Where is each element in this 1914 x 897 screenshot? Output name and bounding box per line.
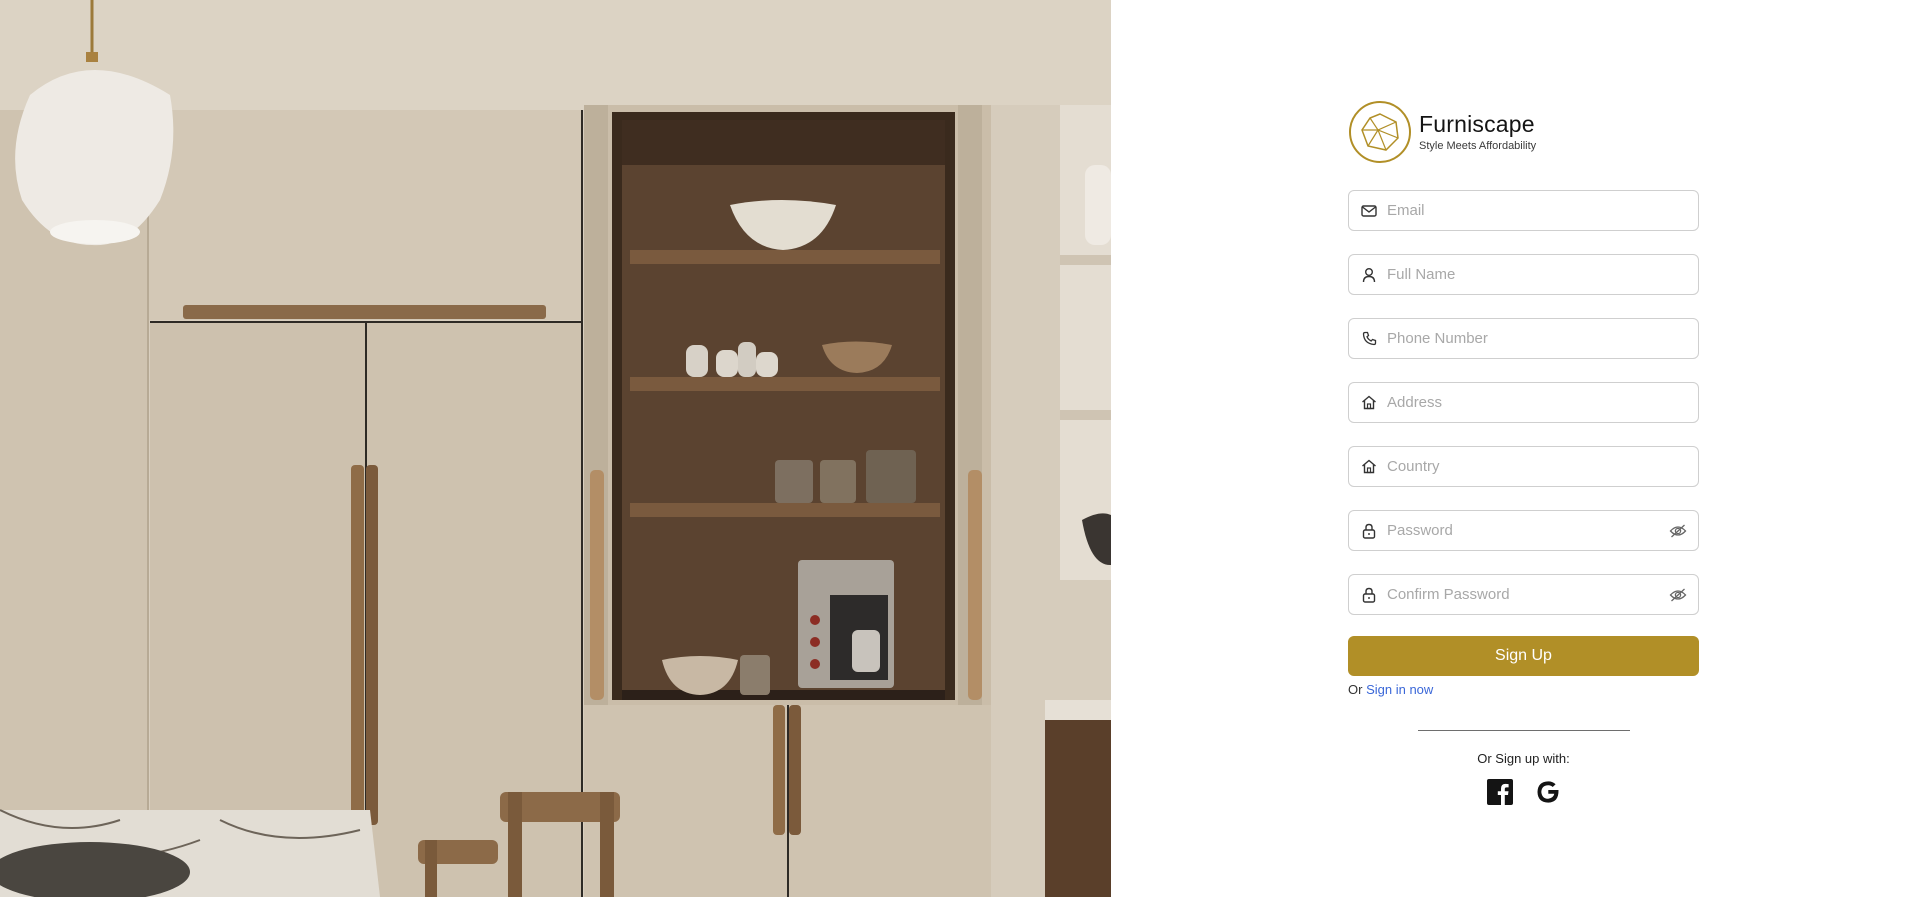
email-input[interactable] bbox=[1377, 191, 1698, 230]
geometric-gem-icon bbox=[1348, 100, 1412, 164]
phone-field bbox=[1348, 318, 1699, 359]
password-field bbox=[1348, 510, 1699, 551]
sign-in-prompt: Or Sign in now bbox=[1348, 682, 1699, 697]
address-field bbox=[1348, 382, 1699, 423]
hero-image bbox=[0, 0, 1111, 897]
lock-icon bbox=[1361, 587, 1377, 603]
brand-name: Furniscape bbox=[1419, 111, 1535, 137]
social-buttons bbox=[1348, 779, 1699, 805]
confirm-password-field bbox=[1348, 574, 1699, 615]
mail-icon bbox=[1361, 203, 1377, 219]
country-input[interactable] bbox=[1377, 447, 1698, 486]
phone-icon bbox=[1361, 331, 1377, 347]
phone-input[interactable] bbox=[1377, 319, 1698, 358]
user-icon bbox=[1361, 267, 1377, 283]
home-icon bbox=[1361, 395, 1377, 411]
sign-in-prefix: Or bbox=[1348, 682, 1363, 697]
address-input[interactable] bbox=[1377, 383, 1698, 422]
confirm-password-input[interactable] bbox=[1377, 575, 1669, 614]
eye-off-icon[interactable] bbox=[1669, 522, 1687, 540]
social-signup-heading: Or Sign up with: bbox=[1477, 751, 1570, 766]
full-name-input[interactable] bbox=[1377, 255, 1698, 294]
google-icon[interactable] bbox=[1535, 779, 1561, 805]
email-field bbox=[1348, 190, 1699, 231]
signup-form: Furniscape Style Meets Affordability Ema… bbox=[1348, 100, 1699, 805]
country-field bbox=[1348, 446, 1699, 487]
facebook-icon[interactable] bbox=[1486, 779, 1513, 805]
eye-off-icon[interactable] bbox=[1669, 586, 1687, 604]
home-icon bbox=[1361, 459, 1377, 475]
sign-in-link[interactable]: Sign in now bbox=[1366, 682, 1433, 697]
sign-up-button[interactable]: Sign Up bbox=[1348, 636, 1699, 676]
signup-panel: Furniscape Style Meets Affordability Ema… bbox=[1111, 0, 1914, 897]
full-name-field bbox=[1348, 254, 1699, 295]
kitchen-cabinet-illustration bbox=[0, 0, 1111, 897]
brand-header: Furniscape Style Meets Affordability bbox=[1348, 100, 1699, 164]
lock-icon bbox=[1361, 523, 1377, 539]
password-input[interactable] bbox=[1377, 511, 1669, 550]
divider bbox=[1417, 730, 1630, 731]
brand-tagline: Style Meets Affordability bbox=[1419, 140, 1537, 152]
